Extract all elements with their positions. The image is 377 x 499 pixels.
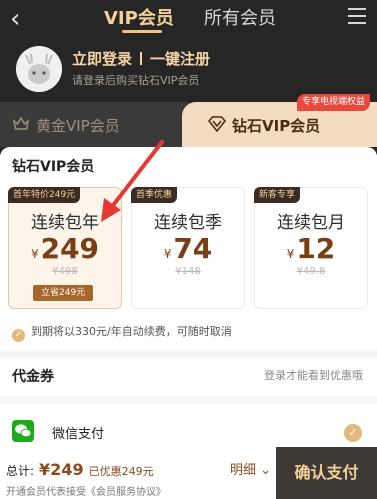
plan-card-quarterly[interactable]: 首季优惠 连续包季 ¥74 ¥148 [131, 187, 245, 309]
voucher-hint[interactable]: 登录才能看到优惠哦 [264, 367, 363, 383]
tab-gold-label: 黄金VIP会员 [36, 117, 120, 135]
plan-name: 连续包季 [154, 213, 222, 233]
payment-method-label[interactable]: 微信支付 [52, 423, 104, 442]
confirm-pay-button[interactable]: 确认支付 [276, 447, 377, 499]
chevron-down-icon: ⌄ [260, 463, 272, 478]
tab-diamond-label: 钻石VIP会员 [232, 117, 321, 135]
auto-renew-note: ✓ 到期将以330元/年自动续费，可随时取消 [12, 323, 232, 342]
total-discount: 已优惠249元 [88, 465, 154, 478]
plan-tag: 首季优惠 [131, 187, 178, 203]
avatar[interactable] [16, 46, 62, 92]
check-icon[interactable]: ✓ [12, 329, 25, 342]
register-link[interactable]: 一键注册 [150, 50, 210, 68]
plan-name: 连续包年 [31, 213, 99, 233]
tab-gold-vip[interactable]: 黄金VIP会员 [0, 102, 190, 147]
login-hint: 请登录后购买钻石VIP会员 [72, 74, 200, 87]
tab-all-memberships[interactable]: 所有会员 [204, 4, 276, 30]
plan-original-price: ¥49.8 [296, 266, 326, 277]
tv-benefit-badge: 专享电视端权益 [297, 94, 371, 111]
plan-tag: 新客专享 [254, 187, 301, 203]
login-register: 立即登录 一键注册 [72, 48, 210, 69]
active-tab-indicator [122, 30, 162, 33]
wechat-pay-icon [12, 420, 34, 442]
separator [140, 52, 143, 65]
plan-name: 连续包月 [277, 213, 345, 233]
total-amount: ¥249 [39, 460, 84, 479]
menu-icon[interactable] [348, 8, 366, 29]
section-divider [0, 396, 377, 404]
plan-price: ¥12 [286, 232, 336, 265]
section-divider [0, 350, 377, 358]
plan-original-price: ¥148 [175, 266, 201, 277]
plan-card-monthly[interactable]: 新客专享 连续包月 ¥12 ¥49.8 [254, 187, 368, 309]
tab-vip-membership[interactable]: VIP会员 [104, 4, 174, 30]
plan-card-yearly[interactable]: 首年特价249元 连续包年 ¥249 ¥498 立省249元 [8, 187, 122, 309]
back-icon[interactable]: ‹ [10, 6, 20, 32]
total-summary: 总计: ¥249 已优惠249元 [6, 460, 154, 479]
diamond-icon [208, 116, 226, 132]
plan-tag: 首年特价249元 [8, 187, 81, 203]
plan-price: ¥74 [163, 232, 213, 265]
plan-price: ¥249 [30, 232, 100, 265]
plan-save-badge: 立省249元 [33, 285, 94, 301]
crown-icon [12, 116, 30, 130]
avatar-icon [16, 46, 62, 92]
service-agreement[interactable]: 开通会员代表接受《会员服务协议》 [6, 483, 166, 498]
login-link[interactable]: 立即登录 [72, 50, 132, 68]
plan-original-price: ¥498 [52, 266, 78, 277]
detail-toggle[interactable]: 明细 ⌄ [230, 459, 271, 478]
section-title: 钻石VIP会员 [12, 159, 95, 175]
voucher-title: 代金券 [12, 369, 54, 385]
payment-selected-icon[interactable]: ✓ [344, 424, 362, 442]
